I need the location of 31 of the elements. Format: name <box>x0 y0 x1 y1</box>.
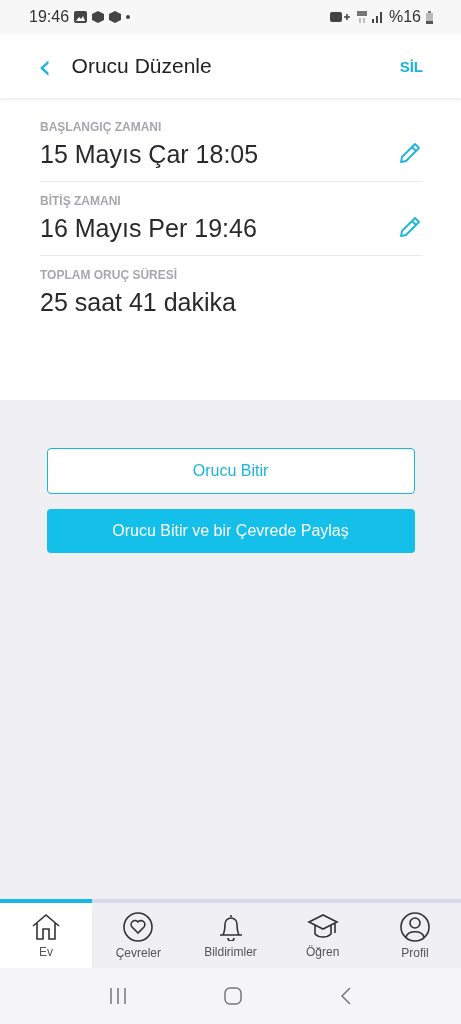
battery-percent: %16 <box>388 8 421 26</box>
tab-item[interactable]: Ev <box>0 899 93 968</box>
tab-item[interactable]: Çevreler <box>92 899 185 968</box>
cube-icon <box>109 11 122 23</box>
tab-item[interactable]: Öğren <box>276 899 369 968</box>
recent-apps-icon[interactable] <box>108 988 127 1004</box>
tab-item[interactable]: Bildirimler <box>184 899 277 968</box>
field-value: 15 Mayıs Çar 18:05 <box>40 140 260 169</box>
status-time: 19:46 <box>29 8 70 26</box>
bell-icon <box>217 912 244 941</box>
home-icon <box>31 912 62 941</box>
pencil-icon[interactable] <box>398 215 422 239</box>
field-label: TOPLAM ORUÇ SÜRESİ <box>40 268 179 282</box>
back-icon[interactable] <box>340 987 353 1005</box>
signal-icon <box>371 11 384 23</box>
image-icon <box>74 11 88 23</box>
battery-icon <box>426 10 433 24</box>
page-title: Orucu Düzenle <box>71 54 212 78</box>
cube-icon <box>92 11 105 23</box>
network-icon <box>356 11 367 23</box>
field-label: BAŞLANGIÇ ZAMANI <box>40 120 163 134</box>
field-value: 25 saat 41 dakika <box>40 288 237 317</box>
hd-icon <box>329 11 352 23</box>
tab-item[interactable]: Profil <box>368 899 461 968</box>
graduation-cap-icon <box>306 912 339 941</box>
dot-icon <box>126 15 131 19</box>
pencil-icon[interactable] <box>398 141 422 165</box>
profile-icon <box>399 911 430 942</box>
field-value: 16 Mayıs Per 19:46 <box>40 214 258 243</box>
home-button-icon[interactable] <box>224 987 243 1005</box>
field-label: BİTİŞ ZAMANI <box>40 194 122 208</box>
